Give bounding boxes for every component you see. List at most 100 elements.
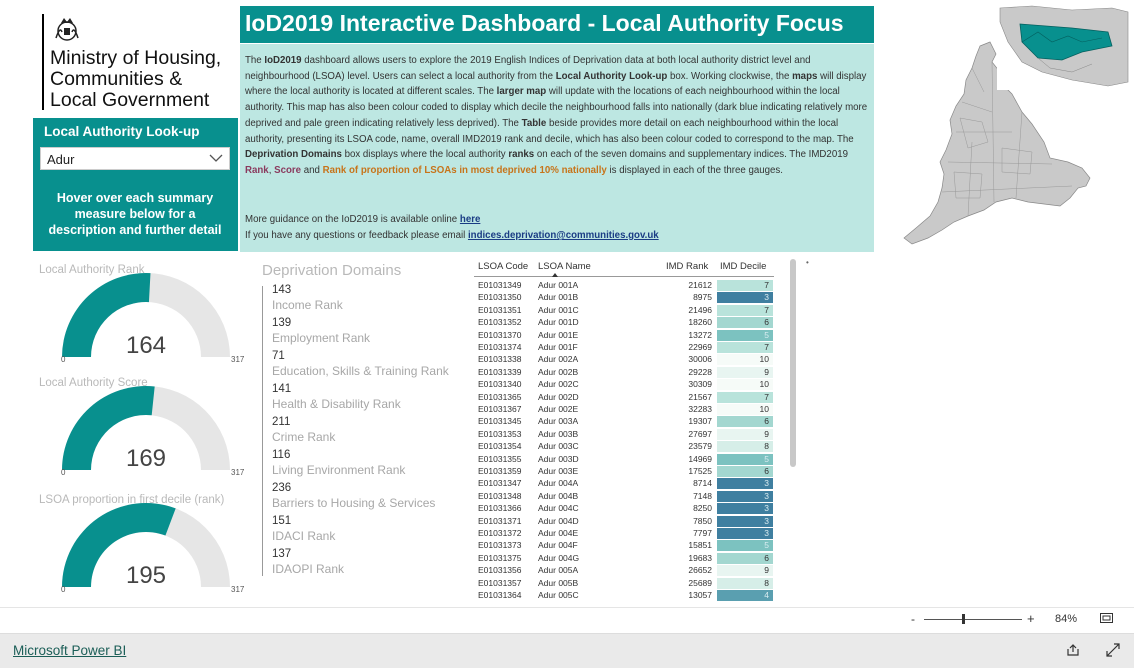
- table-row[interactable]: E01031345 Adur 003A 19307 6: [474, 416, 774, 428]
- table-row[interactable]: E01031354 Adur 003C 23579 8: [474, 441, 774, 453]
- cell-lsoa-code: E01031359: [478, 466, 522, 476]
- table-row[interactable]: E01031359 Adur 003E 17525 6: [474, 466, 774, 478]
- cell-lsoa-name: Adur 003D: [538, 453, 579, 464]
- desc-text-part: ,: [268, 164, 272, 176]
- cell-imd-rank: 22969: [688, 342, 712, 352]
- domains-divider: [262, 286, 263, 576]
- zoom-slider-track[interactable]: [924, 619, 1022, 620]
- desc-bold-part: IoD2019: [264, 55, 302, 66]
- desc-score-highlight: Score: [274, 164, 302, 176]
- cell-lsoa-code: E01031354: [478, 441, 522, 452]
- zoom-in-button[interactable]: +: [1027, 611, 1035, 626]
- col-header-imd-decile[interactable]: IMD Decile: [720, 261, 766, 272]
- hover-note: Hover over each summary measure below fo…: [48, 191, 222, 237]
- zoom-slider-thumb[interactable]: [962, 614, 966, 624]
- table-row[interactable]: E01031357 Adur 005B 25689 8: [474, 577, 774, 590]
- table-row[interactable]: E01031353 Adur 003B 27697 9: [474, 428, 774, 441]
- table-row[interactable]: E01031375 Adur 004G 19683 6: [474, 552, 774, 565]
- table-row[interactable]: E01031366 Adur 004C 8250 3: [474, 503, 774, 515]
- cell-lsoa-code: E01031351: [478, 304, 522, 315]
- cell-imd-decile: 3: [717, 515, 773, 527]
- cell-lsoa-code: E01031353: [478, 428, 522, 439]
- logo-bar: [42, 14, 44, 110]
- desc-text-part: and: [303, 164, 320, 176]
- cell-lsoa-code: E01031338: [478, 354, 522, 365]
- cell-imd-rank: 29228: [688, 366, 712, 377]
- guidance-link[interactable]: here: [460, 214, 480, 225]
- table-row[interactable]: E01031349 Adur 001A 21612 7: [474, 280, 774, 292]
- cell-lsoa-name: Adur 001D: [538, 317, 579, 328]
- cell-imd-decile: 8: [717, 441, 773, 453]
- table-row[interactable]: E01031373 Adur 004F 15851 5: [474, 540, 774, 552]
- table-row[interactable]: E01031352 Adur 001D 18260 6: [474, 317, 774, 329]
- table-row[interactable]: E01031371 Adur 004D 7850 3: [474, 515, 774, 528]
- desc-bold-part: larger map: [496, 86, 547, 98]
- table-row[interactable]: E01031364 Adur 005C 13057 4: [474, 590, 774, 602]
- desc-proportion-highlight: Rank of proportion of LSOAs in most depr…: [322, 164, 607, 176]
- cell-lsoa-code: E01031356: [478, 565, 522, 576]
- cell-lsoa-code: E01031375: [478, 552, 522, 563]
- cell-imd-decile: 5: [717, 453, 773, 465]
- power-bi-link[interactable]: Microsoft Power BI: [13, 643, 126, 658]
- gauge-title: Local Authority Rank: [39, 264, 145, 276]
- cell-imd-decile: 8: [717, 577, 773, 589]
- guidance-text: More guidance on the IoD2019 is availabl…: [245, 214, 458, 225]
- page-title: IoD2019 Interactive Dashboard - Local Au…: [245, 10, 844, 36]
- description-text: The IoD2019 dashboard allows users to ex…: [245, 53, 869, 179]
- domain-value: 71: [272, 350, 285, 362]
- cell-lsoa-code: E01031367: [478, 404, 522, 414]
- table-row[interactable]: E01031350 Adur 001B 8975 3: [474, 292, 774, 304]
- table-row[interactable]: E01031367 Adur 002E 32283 10: [474, 404, 774, 416]
- cell-imd-rank: 8975: [693, 292, 712, 303]
- cell-imd-decile: 7: [717, 280, 773, 291]
- table-row[interactable]: E01031372 Adur 004E 7797 3: [474, 528, 774, 540]
- gauge-min: 0: [61, 468, 66, 477]
- england-map[interactable]: [872, 2, 1134, 250]
- cell-imd-decile: 5: [717, 540, 773, 552]
- ministry-name: Ministry of Housing, Communities & Local…: [50, 48, 221, 111]
- table-row[interactable]: E01031347 Adur 004A 8714 3: [474, 478, 774, 490]
- table-row[interactable]: E01031339 Adur 002B 29228 9: [474, 366, 774, 379]
- cell-imd-rank: 7148: [693, 490, 712, 501]
- table-row[interactable]: E01031338 Adur 002A 30006 10: [474, 354, 774, 366]
- cell-lsoa-code: E01031371: [478, 515, 522, 526]
- desc-bold-part: maps: [792, 70, 818, 82]
- table-row[interactable]: E01031340 Adur 002C 30309 10: [474, 379, 774, 391]
- gauge-value: 169: [125, 445, 167, 472]
- map-marker-dot: •: [806, 258, 809, 267]
- cell-imd-decile: 3: [717, 478, 773, 490]
- table-row[interactable]: E01031370 Adur 001E 13272 5: [474, 329, 774, 342]
- cell-lsoa-code: E01031340: [478, 379, 522, 390]
- cell-imd-rank: 17525: [688, 466, 712, 476]
- fit-to-page-icon[interactable]: [1100, 613, 1113, 623]
- col-header-imd-rank[interactable]: IMD Rank: [666, 261, 708, 272]
- inset-map: [997, 2, 1129, 90]
- col-header-lsoa-code[interactable]: LSOA Code: [478, 261, 528, 272]
- domain-label: Living Environment Rank: [272, 463, 406, 477]
- col-header-lsoa-name[interactable]: LSOA Name: [538, 261, 591, 272]
- expand-icon[interactable]: [1106, 643, 1120, 657]
- gauge-title: LSOA proportion in first decile (rank): [39, 494, 225, 506]
- table-row[interactable]: E01031374 Adur 001F 22969 7: [474, 342, 774, 354]
- local-authority-select[interactable]: Adur: [40, 147, 230, 170]
- cell-lsoa-name: Adur 005C: [538, 590, 579, 600]
- table-row[interactable]: E01031348 Adur 004B 7148 3: [474, 490, 774, 503]
- table-scrollbar[interactable]: [790, 259, 796, 467]
- table-row[interactable]: E01031355 Adur 003D 14969 5: [474, 453, 774, 466]
- desc-bold-part: Deprivation Domains: [245, 149, 342, 161]
- table-row[interactable]: E01031356 Adur 005A 26652 9: [474, 565, 774, 577]
- cell-lsoa-name: Adur 001A: [538, 280, 579, 290]
- table-row[interactable]: E01031365 Adur 002D 21567 7: [474, 391, 774, 404]
- domain-value: 116: [272, 449, 291, 461]
- share-icon[interactable]: [1066, 643, 1080, 657]
- feedback-email-link[interactable]: indices.deprivation@communities.gov.uk: [468, 230, 659, 241]
- cell-lsoa-name: Adur 003E: [538, 466, 579, 476]
- ministry-name-line2: Communities &: [50, 68, 183, 90]
- cell-imd-decile: 6: [717, 466, 773, 477]
- table-row[interactable]: E01031351 Adur 001C 21496 7: [474, 304, 774, 317]
- cell-imd-rank: 13272: [688, 329, 712, 340]
- cell-lsoa-name: Adur 003C: [538, 441, 579, 452]
- cell-imd-rank: 23579: [688, 441, 712, 452]
- cell-imd-decile: 10: [717, 354, 773, 366]
- zoom-out-button[interactable]: -: [911, 612, 915, 626]
